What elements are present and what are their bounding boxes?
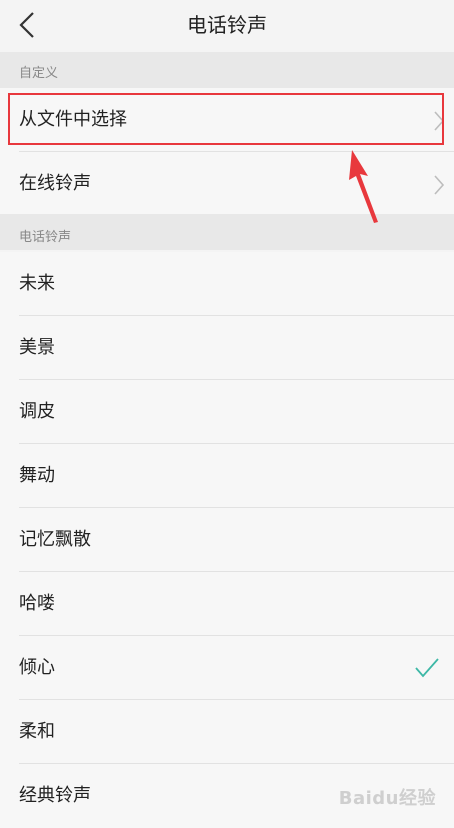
ringtone-item[interactable]: 记忆飘散 [0, 508, 454, 572]
red-arrow-annotation [349, 150, 378, 223]
watermark: Baidu经验 [338, 788, 436, 809]
ringtone-label: 记忆飘散 [19, 529, 91, 550]
top-bar: 电话铃声 [0, 0, 454, 50]
section-header-custom: 自定义 [0, 52, 454, 88]
ringtone-label: 调皮 [19, 401, 55, 422]
ringtone-item[interactable]: 未来 [0, 252, 454, 316]
ringtone-label: 经典铃声 [19, 785, 91, 806]
chevron-right-icon [434, 175, 445, 195]
ringtone-label: 倾心 [19, 657, 55, 678]
page-title: 电话铃声 [187, 13, 267, 37]
online-ringtone-label: 在线铃声 [19, 173, 91, 194]
ringtone-label: 舞动 [19, 465, 55, 486]
highlight-box [8, 93, 444, 145]
ringtone-label: 哈喽 [19, 593, 55, 614]
ringtone-item[interactable]: 舞动 [0, 444, 454, 508]
ringtone-label: 柔和 [19, 721, 55, 742]
ringtone-item[interactable]: 哈喽 [0, 572, 454, 636]
ringtone-item-selected[interactable]: 倾心 [0, 636, 454, 700]
ringtone-item[interactable]: 调皮 [0, 380, 454, 444]
ringtone-item[interactable]: 美景 [0, 316, 454, 380]
ringtone-label: 未来 [19, 273, 55, 294]
ringtone-label: 美景 [19, 337, 55, 358]
ringtone-item[interactable]: 柔和 [0, 700, 454, 764]
checkmark-icon [415, 658, 439, 678]
